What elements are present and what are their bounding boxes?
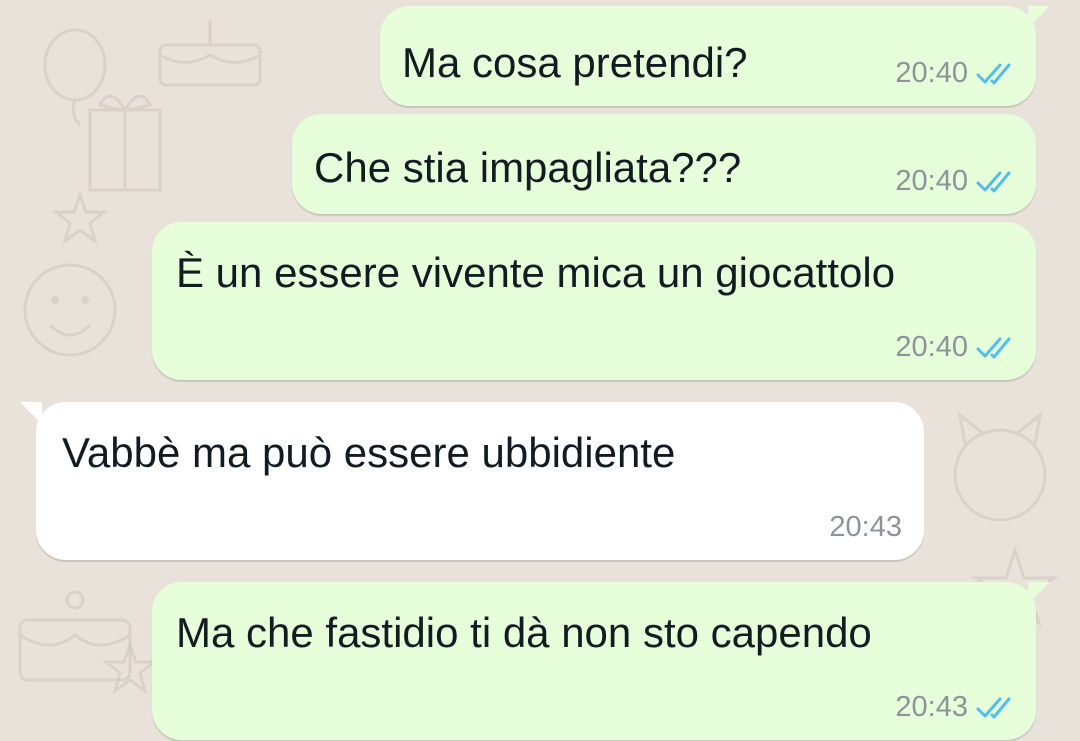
message-time: 20:40 [895,57,968,89]
message-bubble-outgoing[interactable]: È un essere vivente mica un giocattolo 2… [152,222,1036,380]
message-text: Vabbè ma può essere ubbidiente [62,429,676,476]
message-bubble-outgoing[interactable]: Che stia impagliata??? 20:40 [292,114,1036,214]
gift-doodle-icon [88,94,162,192]
message-meta: 20:43 [829,513,902,542]
message-bubble-incoming[interactable]: Vabbè ma può essere ubbidiente 20:43 [20,402,924,560]
message-time: 20:43 [895,691,968,723]
cat-doodle-icon [953,411,1047,522]
message-bubble-outgoing[interactable]: Ma cosa pretendi? 20:40 [380,6,1050,106]
cake-doodle-icon [158,20,262,87]
double-check-icon [976,170,1018,194]
message-meta: 20:40 [895,333,1018,362]
message-meta: 20:43 [895,693,1018,722]
message-text: Che stia impagliata??? [314,144,742,191]
message-bubble-outgoing[interactable]: Ma che fastidio ti dà non sto capendo 20… [152,582,1050,740]
double-check-icon [976,336,1018,360]
star-doodle-icon [51,190,109,245]
bubble-tail [20,402,42,424]
star-doodle-icon [101,640,159,695]
face-doodle-icon [23,263,117,357]
bubble-tail [1028,6,1050,28]
message-text: Ma cosa pretendi? [402,39,748,86]
double-check-icon [976,62,1018,86]
message-meta: 20:40 [895,59,1018,88]
bubble-tail [1028,582,1050,604]
message-time: 20:40 [895,331,968,363]
double-check-icon [976,696,1018,720]
message-text: Ma che fastidio ti dà non sto capendo [176,609,872,656]
message-meta: 20:40 [895,167,1018,196]
message-text: È un essere vivente mica un giocattolo [176,249,896,296]
message-time: 20:43 [829,511,902,543]
message-time: 20:40 [895,165,968,197]
